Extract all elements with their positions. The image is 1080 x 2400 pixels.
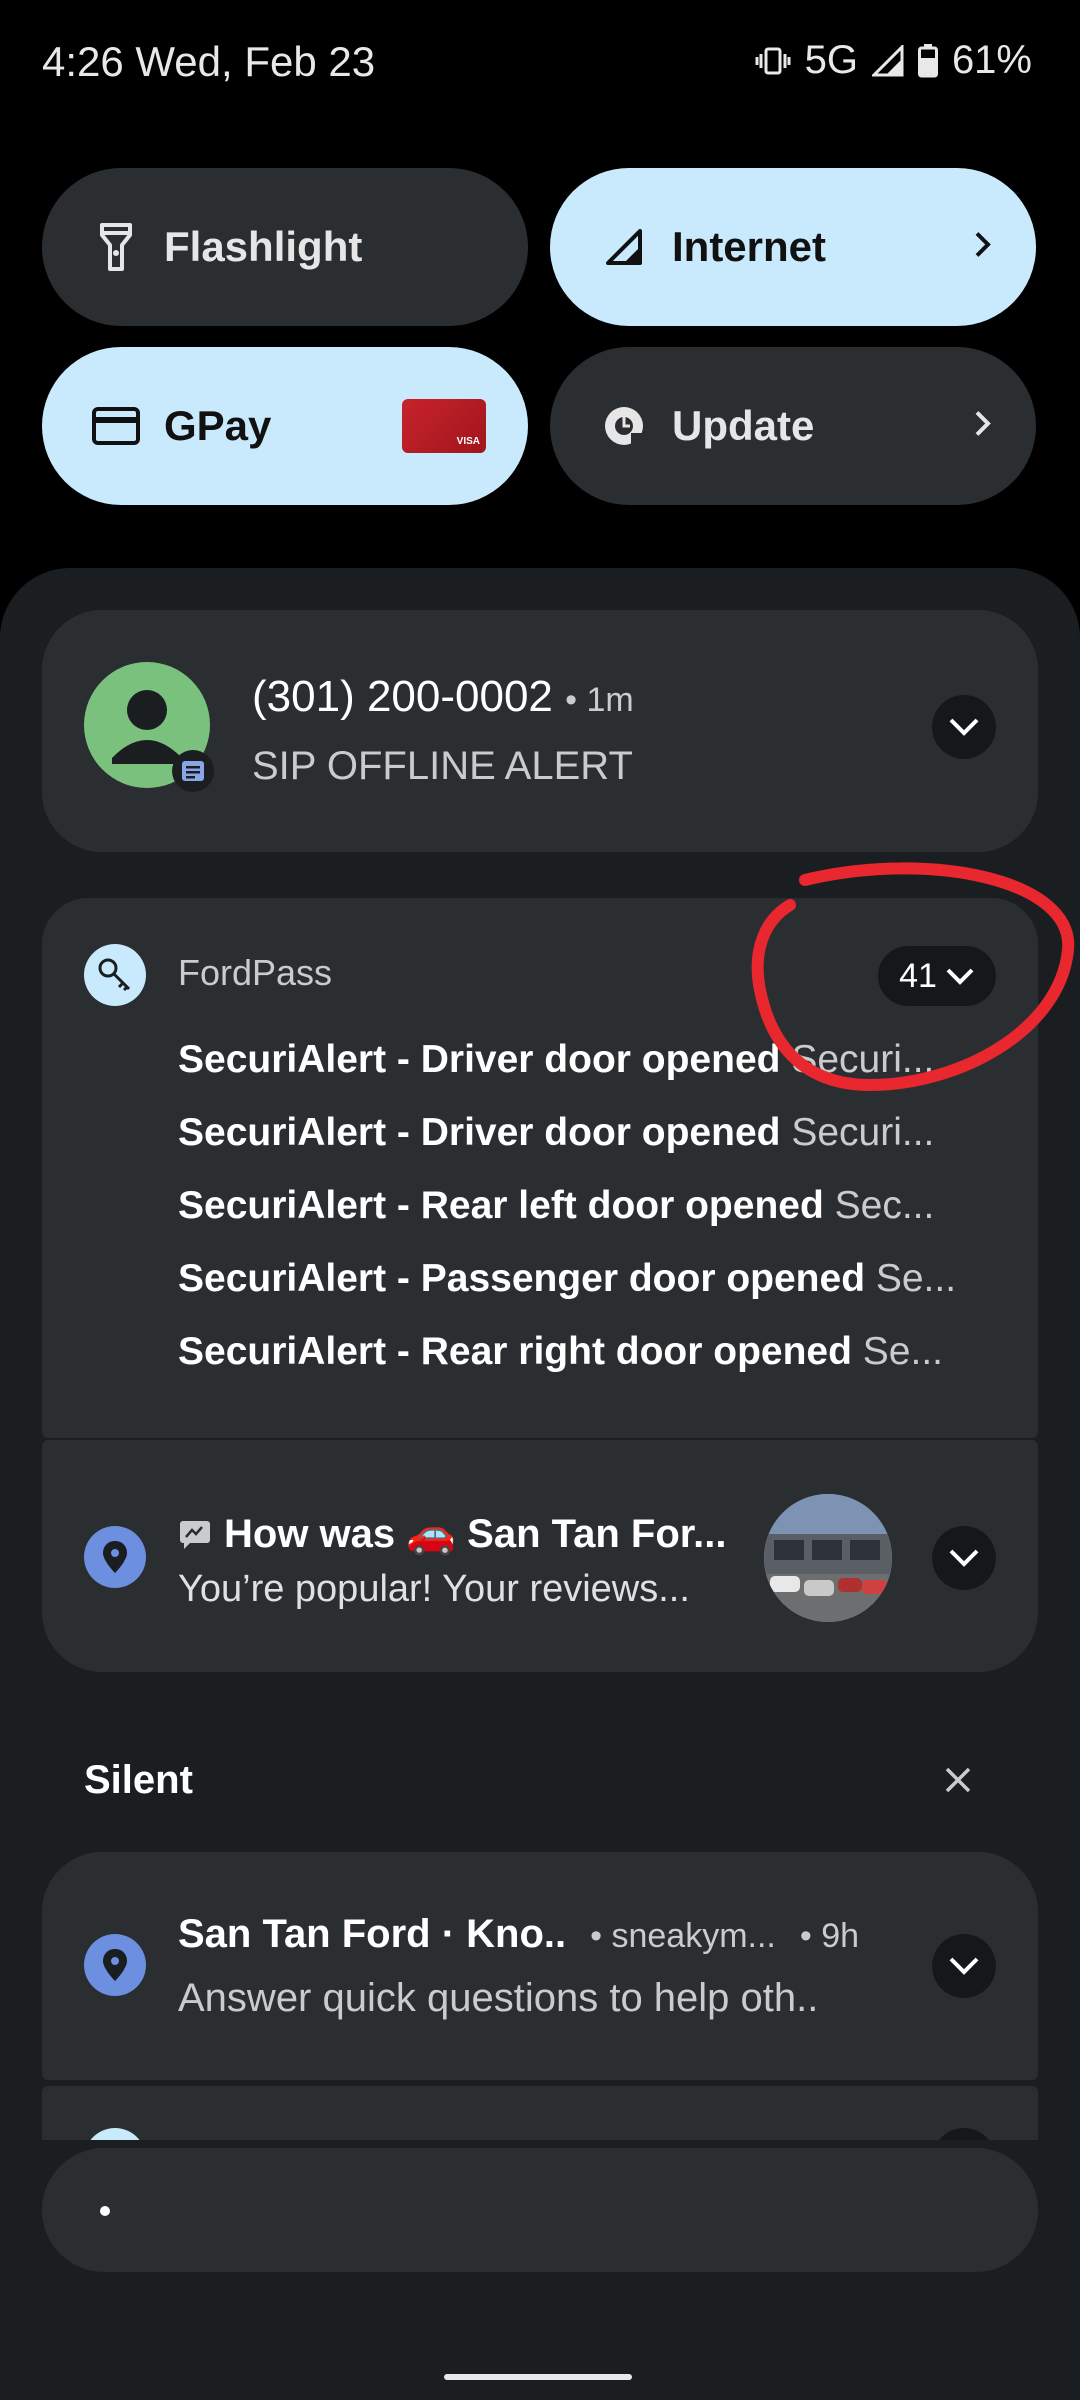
tile-flashlight[interactable]: Flashlight — [42, 168, 528, 326]
vibrate-icon — [755, 45, 791, 77]
chevron-down-icon — [949, 1549, 979, 1567]
group-count: 41 — [899, 956, 937, 995]
maps-pin-icon — [84, 1526, 146, 1588]
maps-review-text: You’re popular! Your reviews... — [178, 1568, 690, 1610]
expand-maps-silent-button[interactable] — [932, 1934, 996, 1998]
chevron-right-icon — [974, 231, 992, 264]
maps-silent-header: San Tan Ford · Kno.. • sneakym... • 9h — [178, 1912, 918, 1957]
fordpass-item[interactable]: SecuriAlert - Rear left door opened Sec.… — [178, 1184, 986, 1228]
fordpass-item[interactable]: SecuriAlert - Driver door opened Securi.… — [178, 1038, 986, 1082]
sms-sender: (301) 200-0002 — [252, 672, 553, 721]
notification-maps-silent[interactable] — [42, 1852, 1038, 2080]
network-label: 5G — [804, 38, 858, 82]
payment-card-thumbnail: VISA — [402, 399, 486, 453]
battery-percent: 61% — [951, 38, 1032, 82]
key-icon — [84, 944, 146, 1006]
messages-icon — [172, 750, 214, 792]
signal-icon — [596, 219, 652, 275]
maps-silent-title: San Tan Ford · Kno.. — [178, 1912, 567, 1956]
maps-silent-time: • 9h — [799, 1917, 860, 1955]
gesture-nav-handle[interactable] — [444, 2374, 632, 2380]
expand-button[interactable] — [932, 2128, 996, 2140]
notification-peek[interactable] — [42, 2086, 1038, 2140]
expand-sms-button[interactable] — [932, 695, 996, 759]
sms-time: 1m — [586, 681, 634, 719]
fordpass-app-name: FordPass — [178, 952, 333, 993]
chevron-down-icon — [949, 718, 979, 736]
expand-maps-button[interactable] — [932, 1526, 996, 1590]
battery-icon — [917, 43, 938, 78]
chevron-right-icon — [974, 410, 992, 443]
tile-internet[interactable]: Internet — [550, 168, 1036, 326]
sms-text: SIP OFFLINE ALERT — [252, 744, 633, 788]
fordpass-item[interactable]: SecuriAlert - Rear right door opened Se.… — [178, 1330, 986, 1374]
maps-silent-text: Answer quick questions to help oth.. — [178, 1976, 819, 2020]
app-icon — [84, 2128, 146, 2140]
review-icon — [180, 1520, 210, 1549]
tile-update[interactable]: Update — [550, 347, 1036, 505]
tile-label: Flashlight — [164, 223, 363, 270]
status-icons: 5G 61% — [755, 38, 1032, 83]
maps-review-title: How was 🚗 San Tan For... — [224, 1512, 727, 1556]
tile-label: Internet — [672, 223, 827, 270]
tile-label: GPay — [164, 402, 272, 449]
flashlight-icon — [88, 219, 144, 275]
clear-silent-button[interactable] — [944, 1766, 972, 1799]
credit-card-icon — [88, 398, 144, 454]
tile-gpay[interactable]: GPay VISA — [42, 347, 528, 505]
bottom-input-bar[interactable]: • — [42, 2148, 1038, 2272]
chevron-down-icon — [946, 968, 974, 985]
status-time: 4:26 Wed, Feb 23 — [42, 38, 376, 85]
close-icon — [945, 1767, 971, 1793]
silent-section-header: Silent — [84, 1758, 193, 1802]
update-icon — [596, 398, 652, 454]
tile-label: Update — [672, 402, 815, 449]
signal-icon — [871, 44, 904, 77]
fordpass-item[interactable]: SecuriAlert - Driver door opened Securi.… — [178, 1111, 986, 1155]
status-bar: 4:26 Wed, Feb 23 5G 61% — [0, 0, 1080, 125]
group-count-button[interactable]: 41 — [878, 946, 996, 1006]
maps-review-header: How was 🚗 San Tan For... — [178, 1510, 738, 1557]
maps-pin-icon — [84, 1934, 146, 1996]
dealership-photo — [764, 1494, 892, 1622]
input-dot — [100, 2206, 110, 2216]
card-brand: VISA — [456, 436, 480, 447]
fordpass-item[interactable]: SecuriAlert - Passenger door opened Se..… — [178, 1257, 986, 1301]
chevron-down-icon — [949, 1957, 979, 1975]
maps-silent-account: • sneakym... — [590, 1917, 776, 1955]
sms-header: (301) 200-0002 • 1m — [252, 672, 634, 721]
